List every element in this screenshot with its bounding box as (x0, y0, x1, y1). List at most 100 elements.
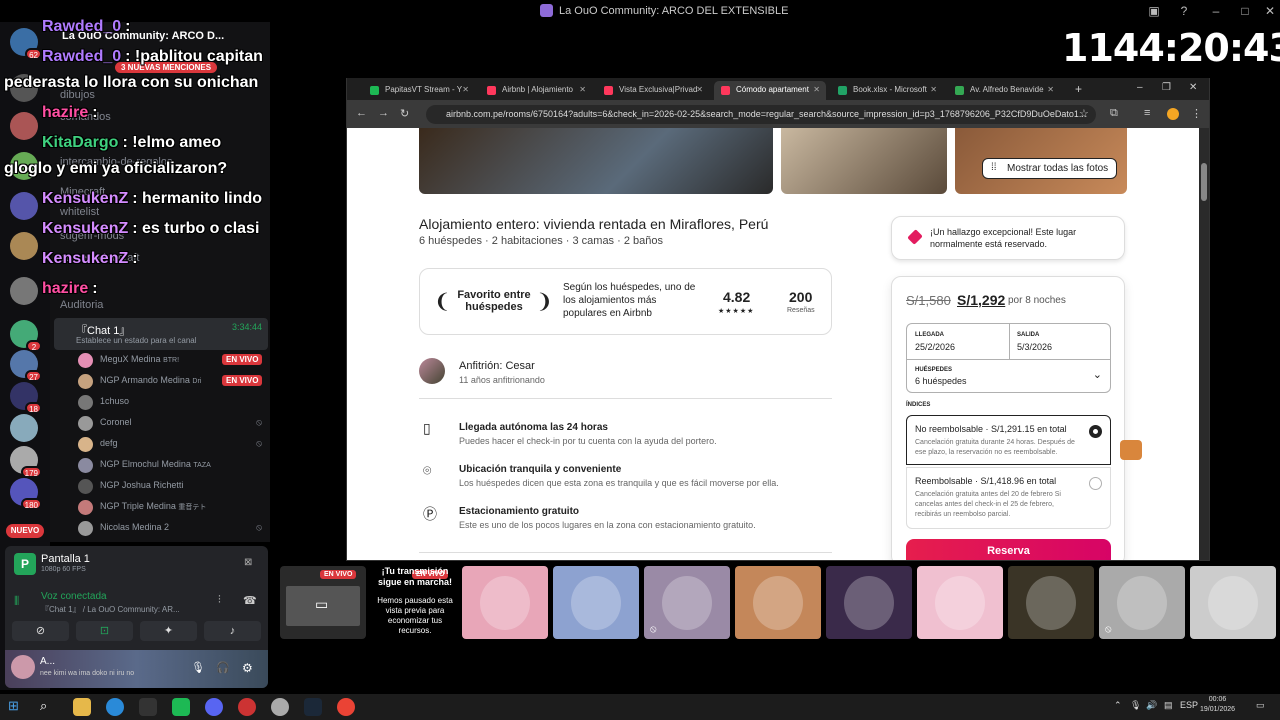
voice-user[interactable]: defg ⦸ (78, 435, 268, 455)
avatar[interactable] (78, 521, 93, 536)
browser-tab[interactable]: Vista Exclusiva|Privad ✕ (597, 81, 709, 100)
obs-icon[interactable] (238, 698, 256, 716)
file-explorer-icon[interactable] (73, 698, 91, 716)
user-status[interactable]: nee kimi wa ima doko ni iru no (40, 670, 134, 677)
avatar[interactable] (78, 395, 93, 410)
participant-tile[interactable] (735, 566, 821, 639)
notifications-icon[interactable]: ▭ (1256, 700, 1265, 711)
rate-option-refundable[interactable]: Reembolsable · S/1,418.96 en total Cance… (906, 467, 1111, 529)
noise-suppression-icon[interactable]: ⫶ (218, 594, 221, 607)
browser-tab[interactable]: Cómodo apartament ✕ (714, 81, 826, 100)
voice-user[interactable]: MeguX Medina BTR! EN VIVO (78, 351, 268, 371)
checkin-date[interactable]: 25/2/2026 (915, 342, 955, 352)
server-icon[interactable] (10, 192, 38, 220)
stop-share-icon[interactable]: ⊠ (244, 557, 252, 568)
avatar[interactable] (11, 655, 35, 679)
browser-tab[interactable]: Av. Alfredo Benavide ✕ (948, 81, 1060, 100)
participant-tile[interactable] (917, 566, 1003, 639)
voice-connected-label[interactable]: Voz conectada (41, 591, 107, 602)
voice-user[interactable]: Coronel ⦸ (78, 414, 268, 434)
participant-tile[interactable] (1008, 566, 1094, 639)
extensions-icon[interactable]: ⧉ (1110, 107, 1118, 120)
chrome-icon[interactable] (337, 698, 355, 716)
back-button[interactable]: ← (356, 107, 367, 119)
signal-icon[interactable]: ⦀ (14, 594, 19, 609)
avatar[interactable] (78, 479, 93, 494)
avatar[interactable] (78, 353, 93, 368)
windows-start-icon[interactable]: ⊞ (8, 698, 26, 716)
server-icon[interactable]: 180 (10, 478, 42, 510)
avatar[interactable] (78, 500, 93, 515)
app-icon[interactable] (271, 698, 289, 716)
microphone-icon[interactable]: 🎙 (191, 661, 205, 674)
camera-off-button[interactable]: ⊘ (12, 621, 69, 641)
server-icon[interactable] (10, 414, 38, 442)
discord-icon[interactable] (205, 698, 223, 716)
participant-tile[interactable] (462, 566, 548, 639)
participant-tile[interactable] (1190, 566, 1276, 639)
browser-tab[interactable]: Book.xlsx - Microsoft ✕ (831, 81, 943, 100)
kick-icon[interactable] (172, 698, 190, 716)
guests-select[interactable]: 6 huéspedes (915, 376, 967, 386)
avatar[interactable] (78, 437, 93, 452)
minimize-button[interactable]: – (1208, 3, 1224, 19)
minimize-browser-button[interactable]: – (1137, 82, 1143, 93)
server-icon[interactable]: 62 (10, 28, 42, 60)
participant-tile[interactable] (826, 566, 912, 639)
host-avatar[interactable] (419, 358, 445, 384)
help-icon[interactable]: ? (1176, 3, 1192, 19)
avatar[interactable] (78, 374, 93, 389)
server-icon[interactable] (10, 277, 38, 305)
speaker-icon[interactable]: 🔊 (1146, 700, 1157, 711)
show-all-photos-button[interactable]: ⁞⁞ Mostrar todas las fotos (982, 158, 1118, 179)
voice-user[interactable]: 1chuso (78, 393, 268, 413)
gear-icon[interactable]: ⚙ (242, 661, 253, 675)
disconnect-icon[interactable]: ☎ (243, 594, 257, 607)
steam-icon[interactable] (304, 698, 322, 716)
radio-selected[interactable] (1089, 425, 1102, 438)
chevron-down-icon[interactable]: ⌄ (1093, 368, 1102, 381)
inbox-icon[interactable]: ▣ (1146, 3, 1162, 19)
close-tab-icon[interactable]: ✕ (696, 85, 703, 94)
maximize-button[interactable]: □ (1237, 3, 1253, 19)
avatar[interactable] (78, 416, 93, 431)
close-tab-icon[interactable]: ✕ (813, 85, 820, 94)
participant-tile[interactable]: ⦸ (1099, 566, 1185, 639)
reserve-button[interactable]: Reserva (906, 539, 1111, 560)
profile-avatar[interactable] (1167, 108, 1179, 120)
activities-button[interactable]: ✦ (140, 621, 197, 641)
voice-user[interactable]: NGP Elmochul Medina TAZA (78, 456, 268, 476)
chevron-up-icon[interactable]: ⌃ (1114, 700, 1122, 711)
avatar[interactable] (78, 458, 93, 473)
voice-user[interactable]: NGP Joshua Richetti (78, 477, 268, 497)
language-indicator[interactable]: ESP (1180, 700, 1198, 710)
app-icon[interactable] (139, 698, 157, 716)
bookmark-icon[interactable]: ☆ (1079, 107, 1089, 120)
server-icon[interactable]: 179 (10, 446, 42, 478)
server-icon[interactable] (10, 112, 38, 140)
restore-browser-button[interactable]: ❐ (1162, 82, 1171, 93)
clock-tray[interactable]: 00:06 19/01/2026 (1200, 695, 1235, 715)
menu-icon[interactable]: ⋮ (1191, 107, 1202, 120)
new-badge[interactable]: NUEVO (6, 524, 44, 538)
server-icon[interactable]: 18 (10, 382, 42, 414)
server-icon[interactable]: 2 (10, 320, 42, 352)
radio-unselected[interactable] (1089, 477, 1102, 490)
address-bar[interactable]: airbnb.com.pe/rooms/6750164?adults=6&che… (426, 105, 1096, 124)
voice-user[interactable]: NGP Armando Medina Dri EN VIVO (78, 372, 268, 392)
review-count[interactable]: 200 (789, 289, 812, 305)
close-button[interactable]: ✕ (1262, 3, 1278, 19)
close-tab-icon[interactable]: ✕ (1047, 85, 1054, 94)
voice-channel-path[interactable]: 『Chat 1』 / La OuO Community: AR... (41, 604, 180, 615)
voice-channel[interactable]: 『Chat 1』 3:34:44 Establece un estado par… (54, 318, 268, 350)
close-tab-icon[interactable]: ✕ (579, 85, 586, 94)
media-icon[interactable]: ≡ (1144, 107, 1150, 119)
participant-tile[interactable] (553, 566, 639, 639)
forward-button[interactable]: → (378, 107, 389, 119)
browser-tab[interactable]: PapitasVT Stream - Y ✕ (363, 81, 475, 100)
listing-photo[interactable] (781, 128, 947, 194)
microphone-tray-icon[interactable]: 🎙 (1130, 700, 1141, 711)
close-tab-icon[interactable]: ✕ (930, 85, 937, 94)
voice-user[interactable]: Nicolas Medina 2 ⦸ (78, 519, 268, 539)
channel-item[interactable]: Auditoria (60, 299, 103, 311)
